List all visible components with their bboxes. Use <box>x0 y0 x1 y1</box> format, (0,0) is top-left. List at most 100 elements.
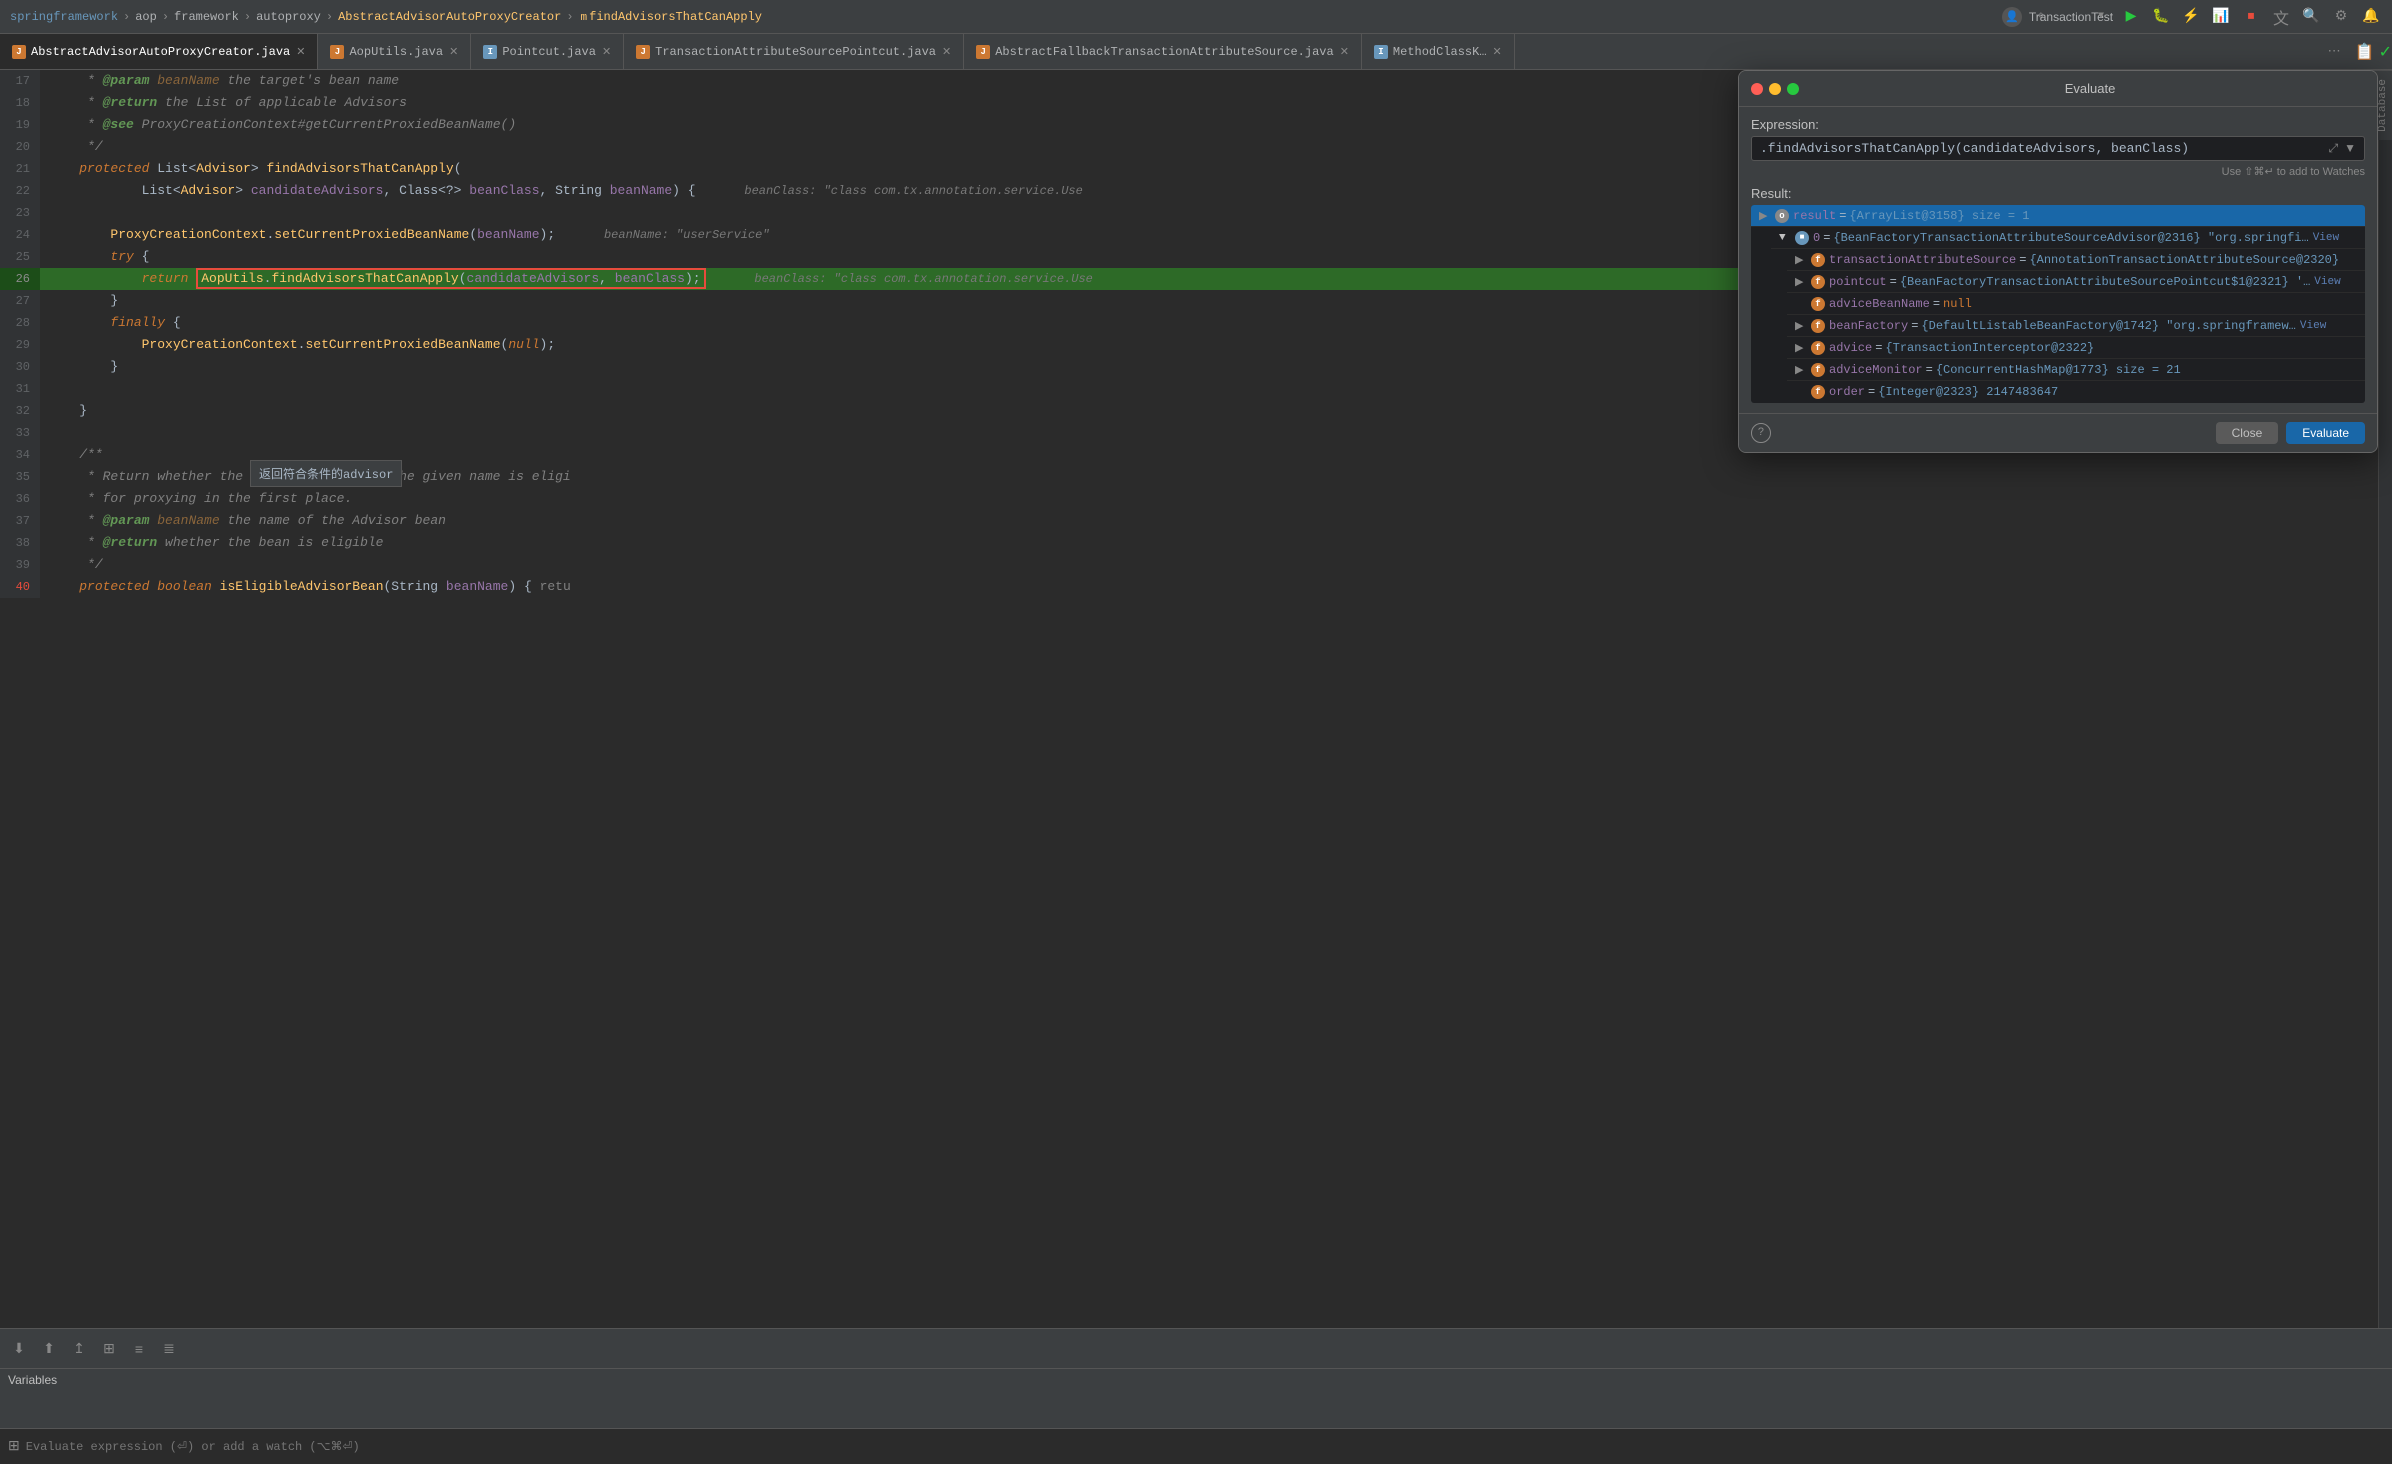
variables-panel: Variables <box>0 1368 2392 1428</box>
result-val-pointcut: {BeanFactoryTransactionAttributeSourcePo… <box>1900 275 2310 289</box>
stop-icon[interactable]: ⏹ <box>2240 6 2262 28</box>
result-row-trans-attr[interactable]: ▶ f transactionAttributeSource = {Annota… <box>1787 249 2365 271</box>
tab-transaction-pointcut[interactable]: J TransactionAttributeSourcePointcut.jav… <box>624 34 964 70</box>
coverage-icon[interactable]: ⚡ <box>2180 6 2202 28</box>
tab-pointcut[interactable]: I Pointcut.java ✕ <box>471 34 624 70</box>
tab-close-1[interactable]: ✕ <box>449 45 458 59</box>
type-icon-order: f <box>1811 385 1825 399</box>
evaluate-titlebar: Evaluate <box>1739 71 2377 107</box>
toolbar-btn-grid[interactable]: ⊞ <box>98 1338 120 1360</box>
line-number-30: 30 <box>0 356 40 378</box>
result-key-monitor: adviceMonitor <box>1829 363 1923 377</box>
breadcrumb-class[interactable]: AbstractAdvisorAutoProxyCreator <box>338 10 561 24</box>
checkmark-icon[interactable]: ✓ <box>2379 42 2392 62</box>
translate-icon[interactable]: 文 <box>2270 6 2292 28</box>
main-area: 17 * @param beanName the target's bean n… <box>0 70 2392 1328</box>
result-label: Result: <box>1751 186 2365 201</box>
arrow-monitor: ▶ <box>1795 363 1807 377</box>
result-eq-advicename: = <box>1933 297 1940 311</box>
breadcrumb-method[interactable]: mfindAdvisorsThatCanApply <box>579 10 762 24</box>
tab-aoputils[interactable]: J AopUtils.java ✕ <box>318 34 471 70</box>
result-key-beanfactory: beanFactory <box>1829 319 1908 333</box>
result-key-advice: advice <box>1829 341 1872 355</box>
run-icon[interactable]: ▶ <box>2120 6 2142 28</box>
result-row-order[interactable]: f order = {Integer@2323} 2147483647 <box>1787 381 2365 403</box>
breadcrumb-spring[interactable]: springframework <box>10 10 118 24</box>
tab-label-2: AopUtils.java <box>349 45 443 59</box>
run-config[interactable]: TransactionTest <box>2060 6 2082 28</box>
result-val-trans: {AnnotationTransactionAttributeSource@23… <box>2029 253 2339 267</box>
tab-close-0[interactable]: ✕ <box>296 45 305 59</box>
result-row-beanfactory[interactable]: ▶ f beanFactory = {DefaultListableBeanFa… <box>1787 315 2365 337</box>
right-scrollbar[interactable] <box>2378 70 2392 1328</box>
tab-close-2[interactable]: ✕ <box>602 45 611 59</box>
arrow-beanfactory: ▶ <box>1795 319 1807 333</box>
line-number-17: 17 <box>0 70 40 92</box>
tab-close-4[interactable]: ✕ <box>1340 45 1349 59</box>
evaluate-button[interactable]: Evaluate <box>2286 422 2365 444</box>
tab-close-3[interactable]: ✕ <box>942 45 951 59</box>
line-number-39: 39 <box>0 554 40 576</box>
expand-expression-icon[interactable]: ⤢ <box>2329 141 2339 156</box>
line-number-26: 26 <box>0 268 40 290</box>
result-row-monitor[interactable]: ▶ f adviceMonitor = {ConcurrentHashMap@1… <box>1787 359 2365 381</box>
debug-icon[interactable]: 🐛 <box>2150 6 2172 28</box>
close-button[interactable]: Close <box>2216 422 2279 444</box>
eval-prompt-icon: ⊞ <box>8 1438 20 1455</box>
toolbar-btn-list[interactable]: ≡ <box>128 1338 150 1360</box>
toolbar-btn-list2[interactable]: ≣ <box>158 1338 180 1360</box>
view-link-0[interactable]: View <box>2313 232 2339 244</box>
line-number-40: 40 <box>0 576 40 598</box>
breadcrumb-aop[interactable]: aop <box>135 10 157 24</box>
dropdown-expression-icon[interactable]: ▼ <box>2344 141 2356 156</box>
tab-method-class[interactable]: I MethodClassK… ✕ <box>1362 34 1515 70</box>
result-row-advice[interactable]: ▶ f advice = {TransactionInterceptor@232… <box>1787 337 2365 359</box>
help-icon[interactable]: ? <box>1751 423 1771 443</box>
breadcrumb-autoproxy[interactable]: autoproxy <box>256 10 321 24</box>
tabs-more-button[interactable]: ⋯ <box>2318 44 2351 59</box>
tab-label-6: MethodClassK… <box>1393 45 1487 59</box>
sep4: › <box>326 10 333 24</box>
bottom-toolbar: ⬇ ⬆ ↥ ⊞ ≡ ≣ <box>0 1328 2392 1368</box>
expression-input[interactable] <box>26 1440 2384 1454</box>
dropdown-icon[interactable]: ▼ <box>2090 6 2112 28</box>
tab-close-5[interactable]: ✕ <box>1493 45 1502 59</box>
settings-icon[interactable]: ⚙ <box>2330 6 2352 28</box>
traffic-light-yellow[interactable] <box>1769 83 1781 95</box>
java-icon-5: J <box>976 45 990 59</box>
bookmark-icon[interactable]: 📋 <box>2355 42 2375 62</box>
result-eq-root: = <box>1839 209 1846 223</box>
sep5: › <box>566 10 573 24</box>
view-link-beanfactory[interactable]: View <box>2300 320 2326 332</box>
sep2: › <box>162 10 169 24</box>
result-val-advicename: null <box>1943 297 1972 311</box>
breadcrumb-bar: springframework › aop › framework › auto… <box>0 0 2392 34</box>
line-number-27: 27 <box>0 290 40 312</box>
result-row-root[interactable]: ▶ o result = {ArrayList@3158} size = 1 <box>1751 205 2365 227</box>
code-line-40: 40 protected boolean isEligibleAdvisorBe… <box>0 576 2378 598</box>
traffic-light-green[interactable] <box>1787 83 1799 95</box>
profile-icon[interactable]: 📊 <box>2210 6 2232 28</box>
tab-abstract-advisor[interactable]: J AbstractAdvisorAutoProxyCreator.java ✕ <box>0 34 318 70</box>
toolbar-btn-step-up[interactable]: ↥ <box>68 1338 90 1360</box>
breadcrumb-framework[interactable]: framework <box>174 10 239 24</box>
result-row-advice-name[interactable]: f adviceBeanName = null <box>1787 293 2365 315</box>
toolbar-btn-download[interactable]: ⬇ <box>8 1338 30 1360</box>
result-row-0[interactable]: ▼ ■ 0 = {BeanFactoryTransactionAttribute… <box>1771 227 2365 249</box>
type-icon-trans: f <box>1811 253 1825 267</box>
notifications-icon[interactable]: 🔔 <box>2360 6 2382 28</box>
toolbar-btn-upload[interactable]: ⬆ <box>38 1338 60 1360</box>
result-key-0: 0 <box>1813 231 1820 245</box>
variables-label: Variables <box>8 1373 2384 1387</box>
arrow-advice: ▶ <box>1795 341 1807 355</box>
evaluate-results: ▶ o result = {ArrayList@3158} size = 1 ▼… <box>1751 205 2365 403</box>
view-link-pointcut[interactable]: View <box>2314 276 2340 288</box>
traffic-light-red[interactable] <box>1751 83 1763 95</box>
tab-abstract-fallback[interactable]: J AbstractFallbackTransactionAttributeSo… <box>964 34 1362 70</box>
java-icon-4: J <box>636 45 650 59</box>
result-eq-0: = <box>1823 231 1830 245</box>
search-icon[interactable]: 🔍 <box>2300 6 2322 28</box>
line-number-23: 23 <box>0 202 40 224</box>
expression-input-container[interactable]: .findAdvisorsThatCanApply(candidateAdvis… <box>1751 136 2365 161</box>
result-row-pointcut[interactable]: ▶ f pointcut = {BeanFactoryTransactionAt… <box>1787 271 2365 293</box>
